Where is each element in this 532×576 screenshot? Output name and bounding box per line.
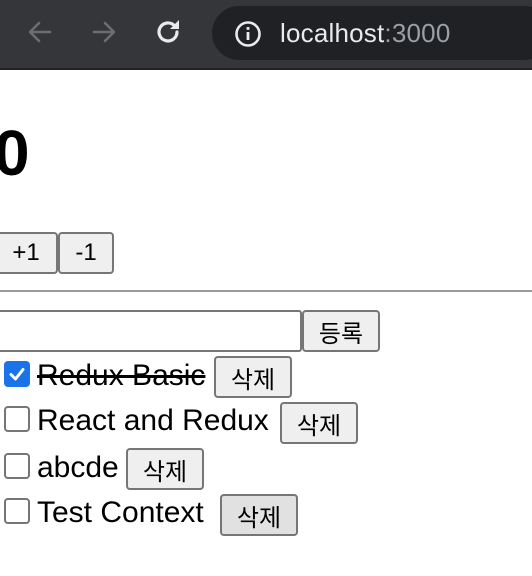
increment-button[interactable]: +1 <box>0 232 58 274</box>
forward-button[interactable] <box>86 14 122 50</box>
url-port: :3000 <box>384 18 451 48</box>
todo-checkbox[interactable] <box>4 361 30 387</box>
arrow-left-icon <box>28 21 52 43</box>
delete-button[interactable]: 삭제 <box>214 356 292 398</box>
url-text[interactable]: localhost:3000 <box>280 18 451 48</box>
delete-button[interactable]: 삭제 <box>126 448 204 490</box>
todo-checkbox[interactable] <box>4 498 30 524</box>
counter-value: 0 <box>0 117 30 189</box>
info-icon[interactable] <box>234 20 262 48</box>
decrement-button[interactable]: -1 <box>58 232 114 274</box>
todo-text: abcde <box>37 451 119 484</box>
delete-button[interactable]: 삭제 <box>280 402 358 444</box>
divider <box>0 290 532 292</box>
reload-button[interactable] <box>150 14 186 50</box>
delete-button[interactable]: 삭제 <box>220 494 298 536</box>
todo-text: Redux Basic <box>37 359 206 392</box>
submit-button[interactable]: 등록 <box>302 310 380 352</box>
todo-input[interactable] <box>0 310 302 352</box>
address-bar[interactable]: localhost:3000 <box>212 6 532 60</box>
arrow-right-icon <box>92 21 116 43</box>
todo-text: Test Context <box>37 496 204 529</box>
reload-icon <box>157 20 179 43</box>
todo-text: React and Redux <box>37 404 269 437</box>
todo-checkbox[interactable] <box>4 406 30 432</box>
url-host: localhost <box>280 18 385 48</box>
back-button[interactable] <box>22 14 58 50</box>
browser-toolbar: localhost:3000 <box>0 0 532 70</box>
checkmark-icon <box>9 368 25 381</box>
todo-checkbox[interactable] <box>4 453 30 479</box>
